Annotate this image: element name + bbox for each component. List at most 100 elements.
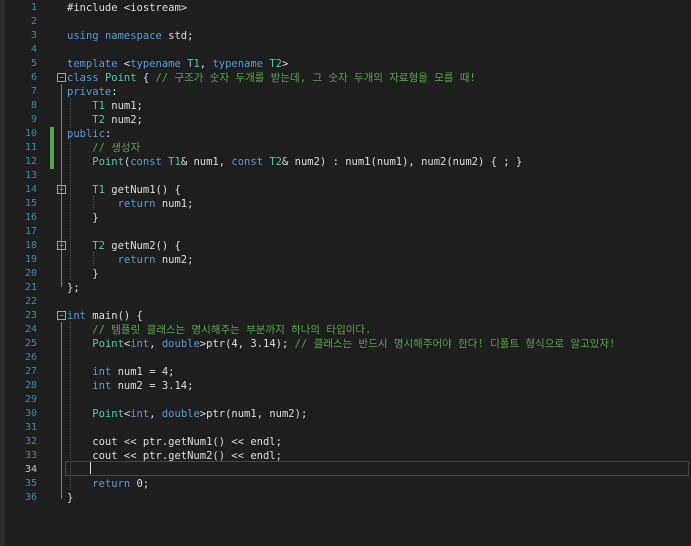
code-text[interactable]: }; (67, 281, 80, 295)
code-token: & num1, (180, 156, 232, 168)
line-number: 7 (30, 86, 37, 97)
code-line[interactable]: 35 return 0; (0, 477, 691, 491)
collapse-toggle-icon[interactable]: − (57, 73, 66, 82)
code-line[interactable]: 24 // 템플릿 클래스는 명시해주는 부분까지 하나의 타입이다. (0, 323, 691, 337)
code-line[interactable]: 30 Point<int, double>ptr(num1, num2); (0, 407, 691, 421)
code-token: 0; (130, 478, 150, 490)
code-line[interactable]: 27 int num1 = 4; (0, 365, 691, 379)
line-number: 35 (24, 478, 37, 489)
code-token: Point (92, 156, 124, 168)
code-text[interactable]: // 템플릿 클래스는 명시해주는 부분까지 하나의 타입이다. (67, 323, 371, 337)
code-token: // 템플릿 클래스는 명시해주는 부분까지 하나의 타입이다. (92, 324, 372, 336)
code-text[interactable]: #include <iostream> (67, 1, 187, 15)
text-caret (90, 462, 91, 474)
code-text[interactable]: // 생성자 (67, 141, 140, 155)
code-text[interactable]: int num2 = 3.14; (67, 379, 193, 393)
code-line[interactable]: 36} (0, 491, 691, 505)
line-number: 21 (24, 282, 37, 293)
code-token: private (67, 86, 112, 98)
code-token: { (136, 72, 156, 84)
code-text[interactable]: T1 num1; (67, 99, 143, 113)
code-text[interactable]: int main() { (67, 309, 143, 323)
code-line[interactable]: 13 (0, 169, 691, 183)
code-line[interactable]: 9 T2 num2; (0, 113, 691, 127)
code-line[interactable]: 3 using namespace std; (0, 29, 691, 43)
code-line[interactable]: 28 int num2 = 3.14; (0, 379, 691, 393)
code-text[interactable]: return num2; (67, 253, 194, 267)
line-number: 27 (24, 366, 37, 377)
code-line[interactable]: 22 (0, 295, 691, 309)
code-line[interactable]: 31 (0, 421, 691, 435)
code-text[interactable]: } (67, 267, 98, 281)
code-line[interactable]: 1 #include <iostream> (0, 1, 691, 15)
code-line[interactable]: 14 − T1 getNum1() { (0, 183, 691, 197)
code-text[interactable]: class Point { // 구조가 숫자 두개를 받는데, 그 숫자 두개… (67, 71, 476, 85)
line-number: 2 (30, 16, 37, 27)
code-line[interactable]: 16 } (0, 211, 691, 225)
code-line[interactable]: 5 template <typename T1, typename T2> (0, 57, 691, 71)
line-number: 13 (24, 170, 37, 181)
code-text[interactable]: } (67, 211, 98, 225)
code-text[interactable]: Point(const T1& num1, const T2& num2) : … (67, 155, 522, 169)
collapse-toggle-icon[interactable]: − (57, 311, 66, 320)
code-line[interactable]: 32 cout << ptr.getNum1() << endl; (0, 435, 691, 449)
line-number: 24 (24, 324, 37, 335)
code-line[interactable]: 8 T1 num1; (0, 99, 691, 113)
code-line[interactable]: 10 public: (0, 127, 691, 141)
code-line[interactable]: 6 − class Point { // 구조가 숫자 두개를 받는데, 그 숫자 … (0, 71, 691, 85)
code-line[interactable]: 12 Point(const T1& num1, const T2& num2)… (0, 155, 691, 169)
code-token: T1 (187, 58, 200, 70)
code-token: T1 (92, 184, 105, 196)
code-token: getNum2() { (104, 240, 181, 252)
code-line[interactable]: 23 − int main() { (0, 309, 691, 323)
code-token: & num2) : num1(num1), num2(num2) { ; } (282, 156, 523, 168)
line-number: 34 (24, 464, 37, 475)
code-text[interactable]: Point<int, double>ptr(4, 3.14); // 클래스는 … (67, 337, 615, 351)
collapse-toggle-icon[interactable]: − (57, 185, 66, 194)
code-line[interactable]: 7 private: (0, 85, 691, 99)
code-token: num2 = 3.14; (111, 380, 194, 392)
line-number: 32 (24, 436, 37, 447)
code-line[interactable]: 20 } (0, 267, 691, 281)
code-text[interactable]: public: (67, 127, 111, 141)
code-token: T2 (269, 58, 283, 70)
code-text[interactable]: template <typename T1, typename T2> (67, 57, 288, 71)
code-token: < (117, 58, 131, 70)
code-text[interactable]: T2 getNum2() { (67, 239, 181, 253)
code-text[interactable]: return 0; (67, 477, 149, 491)
code-text[interactable]: private: (67, 85, 118, 99)
code-text[interactable]: int num1 = 4; (67, 365, 174, 379)
code-line[interactable]: 19 return num2; (0, 253, 691, 267)
code-token: num2; (155, 254, 194, 266)
code-line[interactable]: 15 return num1; (0, 197, 691, 211)
line-number: 28 (24, 380, 37, 391)
code-text[interactable]: } (67, 491, 73, 505)
collapse-toggle-icon[interactable]: − (57, 241, 66, 250)
code-text[interactable]: Point<int, double>ptr(num1, num2); (67, 407, 307, 421)
line-number: 23 (24, 310, 37, 321)
line-number: 31 (24, 422, 37, 433)
code-line[interactable]: 21}; (0, 281, 691, 295)
code-text[interactable]: return num1; (67, 197, 194, 211)
code-text[interactable]: using namespace std; (67, 29, 193, 43)
code-text[interactable]: T1 getNum1() { (67, 183, 181, 197)
code-line[interactable]: 25 Point<int, double>ptr(4, 3.14); // 클래… (0, 337, 691, 351)
code-line[interactable]: 2 (0, 15, 691, 29)
code-line[interactable]: 4 (0, 43, 691, 57)
code-line[interactable]: 26 (0, 351, 691, 365)
code-editor[interactable]: 1 #include <iostream> 2 3 using namespace st… (0, 0, 691, 546)
code-line[interactable]: 11 // 생성자 (0, 141, 691, 155)
code-token: double (161, 408, 200, 420)
line-number: 12 (24, 156, 37, 167)
code-line[interactable]: 18 − T2 getNum2() { (0, 239, 691, 253)
code-line[interactable]: 17 (0, 225, 691, 239)
code-line[interactable]: 29 (0, 393, 691, 407)
code-text[interactable]: T2 num2; (67, 113, 143, 127)
code-text[interactable]: cout << ptr.getNum1() << endl; (67, 435, 282, 449)
